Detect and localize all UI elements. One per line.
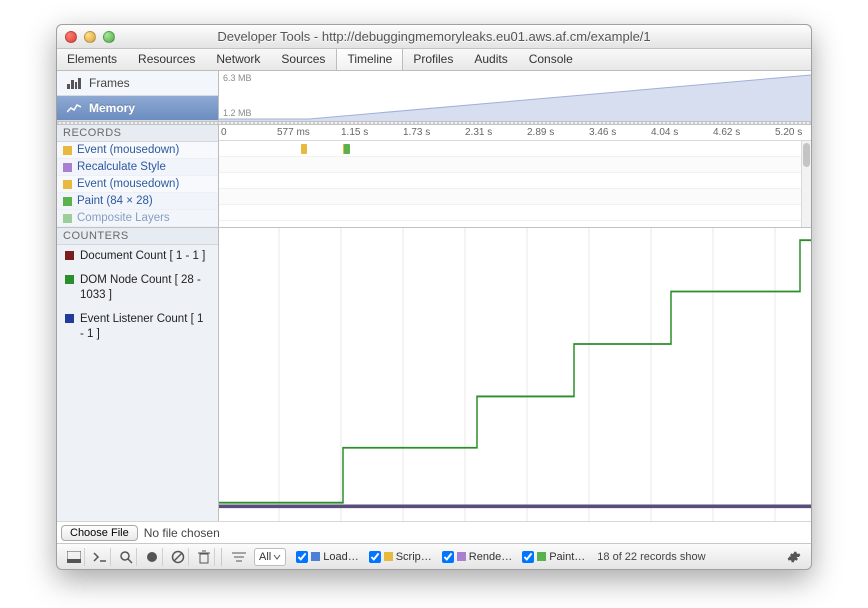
dock-icon[interactable] (63, 548, 85, 566)
tab-console[interactable]: Console (519, 49, 584, 70)
color-swatch-icon (63, 180, 72, 189)
tab-audits[interactable]: Audits (464, 49, 518, 70)
counter-document[interactable]: Document Count [ 1 - 1 ] (57, 245, 218, 269)
filter-select[interactable]: All (254, 548, 286, 566)
sidebar-modes: Frames Memory (57, 71, 219, 120)
memory-overview-graph[interactable]: 6.3 MB 1.2 MB (219, 71, 811, 120)
bottom-toolbar: All Load… Scrip… Rende… Paint… 18 of 22 … (57, 543, 811, 569)
garbage-icon[interactable] (193, 548, 215, 566)
record-item[interactable]: Paint (84 × 28) (57, 193, 218, 210)
record-item[interactable]: Composite Layers (57, 210, 218, 227)
timeline-ruler: 0 577 ms 1.15 s 1.73 s 2.31 s 2.89 s 3.4… (219, 125, 811, 141)
color-swatch-icon (63, 197, 72, 206)
gear-icon[interactable] (783, 548, 805, 566)
tab-timeline[interactable]: Timeline (336, 49, 403, 70)
counters-header: COUNTERS (57, 228, 218, 245)
choose-file-button[interactable]: Choose File (61, 525, 138, 541)
tab-network[interactable]: Network (206, 49, 271, 70)
filter-scripting[interactable]: Scrip… (369, 551, 432, 563)
mode-memory-label: Memory (89, 101, 135, 115)
filter-painting[interactable]: Paint… (522, 551, 585, 563)
line-chart-icon (67, 102, 81, 114)
counters-row: COUNTERS Document Count [ 1 - 1 ] DOM No… (57, 228, 811, 521)
clear-icon[interactable] (167, 548, 189, 566)
color-swatch-icon (63, 214, 72, 223)
bars-icon (67, 77, 81, 89)
counters-sidebar: COUNTERS Document Count [ 1 - 1 ] DOM No… (57, 228, 219, 521)
filter-rendering[interactable]: Rende… (442, 551, 512, 563)
tab-resources[interactable]: Resources (128, 49, 206, 70)
window-title: Developer Tools - http://debuggingmemory… (57, 29, 811, 44)
tab-sources[interactable]: Sources (271, 49, 336, 70)
record-bars (219, 141, 811, 221)
color-swatch-icon (537, 552, 546, 561)
search-icon[interactable] (115, 548, 137, 566)
filter-icon[interactable] (228, 548, 250, 566)
counter-dom-nodes[interactable]: DOM Node Count [ 28 - 1033 ] (57, 269, 218, 308)
record-item[interactable]: Event (mousedown) (57, 176, 218, 193)
records-scrollbar[interactable] (801, 141, 811, 227)
counters-chart[interactable] (219, 228, 811, 521)
memory-min-label: 1.2 MB (223, 108, 252, 118)
record-item[interactable]: Event (mousedown) (57, 142, 218, 159)
records-row: RECORDS Event (mousedown) Recalculate St… (57, 125, 811, 228)
titlebar[interactable]: Developer Tools - http://debuggingmemory… (57, 25, 811, 49)
records-chart[interactable]: 0 577 ms 1.15 s 1.73 s 2.31 s 2.89 s 3.4… (219, 125, 811, 227)
filter-loading[interactable]: Load… (296, 551, 358, 563)
tab-profiles[interactable]: Profiles (403, 49, 464, 70)
panel-tabs: Elements Resources Network Sources Timel… (57, 49, 811, 71)
records-status: 18 of 22 records show (597, 551, 705, 563)
color-swatch-icon (63, 163, 72, 172)
mode-frames-label: Frames (89, 76, 130, 90)
records-header: RECORDS (57, 125, 218, 142)
record-icon[interactable] (141, 548, 163, 566)
chevron-down-icon (273, 553, 281, 561)
color-swatch-icon (65, 314, 74, 323)
color-swatch-icon (457, 552, 466, 561)
record-item[interactable]: Recalculate Style (57, 159, 218, 176)
color-swatch-icon (65, 251, 74, 260)
color-swatch-icon (311, 552, 320, 561)
counter-event-listeners[interactable]: Event Listener Count [ 1 - 1 ] (57, 308, 218, 347)
memory-max-label: 6.3 MB (223, 73, 252, 83)
tab-elements[interactable]: Elements (57, 49, 128, 70)
devtools-window: Developer Tools - http://debuggingmemory… (56, 24, 812, 570)
color-swatch-icon (63, 146, 72, 155)
overview-row: Frames Memory 6.3 MB 1.2 MB (57, 71, 811, 121)
records-sidebar: RECORDS Event (mousedown) Recalculate St… (57, 125, 219, 227)
file-status: No file chosen (144, 526, 220, 540)
color-swatch-icon (65, 275, 74, 284)
mode-frames[interactable]: Frames (57, 71, 218, 96)
file-picker-row: Choose File No file chosen (57, 521, 811, 543)
mode-memory[interactable]: Memory (57, 96, 218, 121)
color-swatch-icon (384, 552, 393, 561)
console-toggle-icon[interactable] (89, 548, 111, 566)
